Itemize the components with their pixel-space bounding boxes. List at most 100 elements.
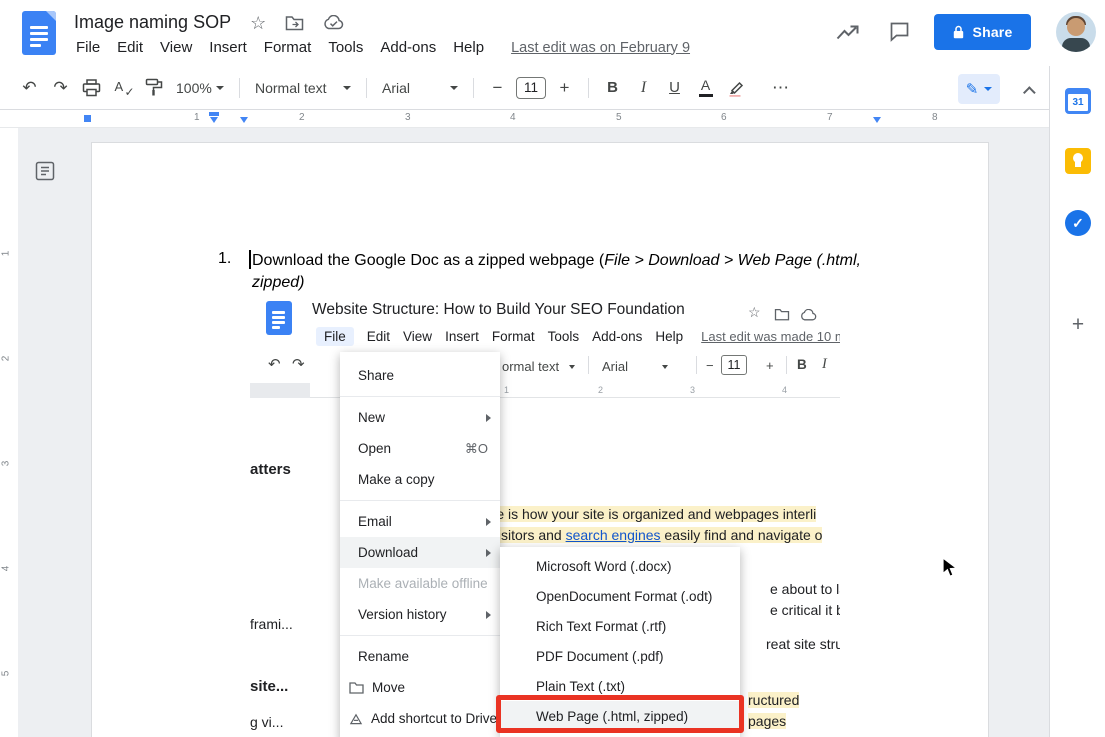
- menu-add-ons[interactable]: Add-ons: [380, 39, 436, 56]
- mini-file-menu-item-open: Open⌘O: [340, 433, 500, 464]
- ruler-label: 1: [0, 251, 11, 257]
- zoom-select[interactable]: 100%: [169, 73, 231, 102]
- mini-doc-title: Website Structure: How to Build Your SEO…: [312, 301, 685, 319]
- ruler-label: 1: [194, 112, 200, 123]
- menu-edit[interactable]: Edit: [117, 39, 143, 56]
- font-select[interactable]: Arial: [375, 73, 465, 102]
- mini-download-item-pdf: PDF Document (.pdf): [500, 641, 740, 671]
- menu-insert[interactable]: Insert: [209, 39, 247, 56]
- mini-increase-font-icon: +: [766, 358, 774, 373]
- title-row: Image naming SOP ☆: [74, 12, 344, 33]
- avatar[interactable]: [1056, 12, 1096, 52]
- menu-view[interactable]: View: [160, 39, 192, 56]
- star-icon[interactable]: ☆: [250, 14, 266, 32]
- ruler-label: 4: [510, 112, 516, 123]
- mini-text-fragment: frami...: [250, 616, 293, 632]
- ruler-label: 7: [827, 112, 833, 123]
- italic-button[interactable]: I: [629, 73, 658, 102]
- mini-last-edit-link: Last edit was made 10 m: [701, 329, 840, 344]
- undo-button[interactable]: ↶: [15, 73, 44, 102]
- add-panel-button[interactable]: +: [1065, 312, 1091, 338]
- mini-menu-format: Format: [492, 329, 535, 344]
- ruler-label: 8: [932, 112, 938, 123]
- cloud-status-icon[interactable]: [323, 15, 344, 30]
- move-folder-icon[interactable]: [285, 15, 304, 31]
- activity-dashboard-icon[interactable]: [836, 24, 860, 40]
- tasks-icon[interactable]: ✓: [1065, 210, 1091, 236]
- document-outline-button[interactable]: [31, 157, 59, 185]
- menu-file[interactable]: File: [76, 39, 100, 56]
- mini-redo-icon: ↷: [292, 355, 305, 373]
- mini-search-engines-link: search engines: [566, 527, 661, 543]
- submenu-arrow-icon: [486, 611, 491, 619]
- page[interactable]: 1. Download the Google Doc as a zipped w…: [92, 143, 988, 737]
- mini-italic-icon: I: [822, 356, 827, 373]
- font-size-input[interactable]: 11: [516, 77, 546, 99]
- mini-file-menu-item-new: New: [340, 402, 500, 433]
- menu-format[interactable]: Format: [264, 39, 312, 56]
- left-indent-marker[interactable]: [210, 117, 218, 123]
- calendar-icon[interactable]: 31: [1065, 88, 1091, 114]
- paragraph-line-2: zipped): [252, 272, 304, 293]
- collapse-toolbar-button[interactable]: [1019, 78, 1043, 102]
- mini-file-menu-item-add-shortcut-to-drive: Add shortcut to Drive: [340, 703, 500, 734]
- underline-button[interactable]: U: [660, 73, 689, 102]
- spellcheck-button[interactable]: A✓: [108, 73, 137, 102]
- mini-text-fragment: e critical it becom: [770, 602, 840, 618]
- mini-ruler: 1 2 3 4: [250, 383, 840, 398]
- app-header: Image naming SOP ☆ File Edit View Insert…: [0, 0, 1105, 66]
- comments-icon[interactable]: [889, 21, 910, 42]
- more-toolbar-button[interactable]: ⋯: [766, 73, 795, 102]
- mini-file-menu-item-make-a-copy: Make a copy: [340, 464, 500, 495]
- ruler-label: 5: [616, 112, 622, 123]
- paint-format-button[interactable]: [139, 73, 168, 102]
- horizontal-ruler: 1 2 3 4 5 6 7 8: [0, 110, 1049, 128]
- mini-download-item-docx: Microsoft Word (.docx): [500, 551, 740, 581]
- menu-help[interactable]: Help: [453, 39, 484, 56]
- text-color-button[interactable]: A: [691, 73, 720, 102]
- pencil-icon: ✎: [966, 80, 979, 98]
- mini-menu-help: Help: [655, 329, 683, 344]
- toolbar: ↶ ↷ A✓ 100% Normal text Arial − 11 + B I…: [0, 66, 1105, 110]
- first-line-indent-marker[interactable]: [240, 117, 248, 123]
- left-indent-bar[interactable]: [209, 112, 219, 116]
- mini-text-fragment: ructured: [748, 692, 799, 708]
- paragraph-style-select[interactable]: Normal text: [248, 73, 358, 102]
- embedded-screenshot-image[interactable]: Website Structure: How to Build Your SEO…: [250, 295, 840, 737]
- mini-file-menu-item-version-history: Version history: [340, 599, 500, 630]
- mini-paragraph-style-select: ormal text: [502, 359, 575, 374]
- right-indent-marker[interactable]: [873, 117, 881, 123]
- editing-mode-button[interactable]: ✎: [958, 74, 1000, 104]
- mini-download-item-odt: OpenDocument Format (.odt): [500, 581, 740, 611]
- folder-icon: [349, 682, 364, 694]
- last-edit-link[interactable]: Last edit was on February 9: [511, 40, 690, 56]
- mini-file-menu-item-download: Download: [340, 537, 500, 568]
- print-button[interactable]: [77, 73, 106, 102]
- mini-font-size: 11: [721, 355, 747, 375]
- margin-marker[interactable]: [84, 115, 91, 122]
- chevron-down-icon: [216, 86, 224, 90]
- chevron-down-icon: [450, 86, 458, 90]
- decrease-font-size-button[interactable]: −: [483, 73, 512, 102]
- paragraph-line-1: Download the Google Doc as a zipped webp…: [252, 250, 861, 271]
- increase-font-size-button[interactable]: +: [550, 73, 579, 102]
- keep-icon[interactable]: [1065, 148, 1091, 174]
- mini-folder-icon: [774, 308, 790, 321]
- mini-text-fragment: site...: [250, 678, 288, 695]
- share-button[interactable]: Share: [934, 14, 1031, 50]
- document-title[interactable]: Image naming SOP: [74, 12, 231, 33]
- mini-menu-view: View: [403, 329, 432, 344]
- ruler-label: 3: [405, 112, 411, 123]
- menu-tools[interactable]: Tools: [328, 39, 363, 56]
- mini-file-menu-item-rename: Rename: [340, 641, 500, 672]
- mini-menu-file: File: [316, 327, 354, 346]
- highlight-color-button[interactable]: [722, 73, 751, 102]
- chevron-down-icon: [343, 86, 351, 90]
- right-sidebar: 31 ✓ +: [1049, 66, 1105, 737]
- lock-icon: [953, 25, 964, 39]
- ruler-label: 6: [721, 112, 727, 123]
- redo-button[interactable]: ↷: [46, 73, 75, 102]
- bold-button[interactable]: B: [598, 73, 627, 102]
- docs-logo-icon[interactable]: [22, 11, 56, 55]
- ruler-label: 5: [0, 671, 11, 677]
